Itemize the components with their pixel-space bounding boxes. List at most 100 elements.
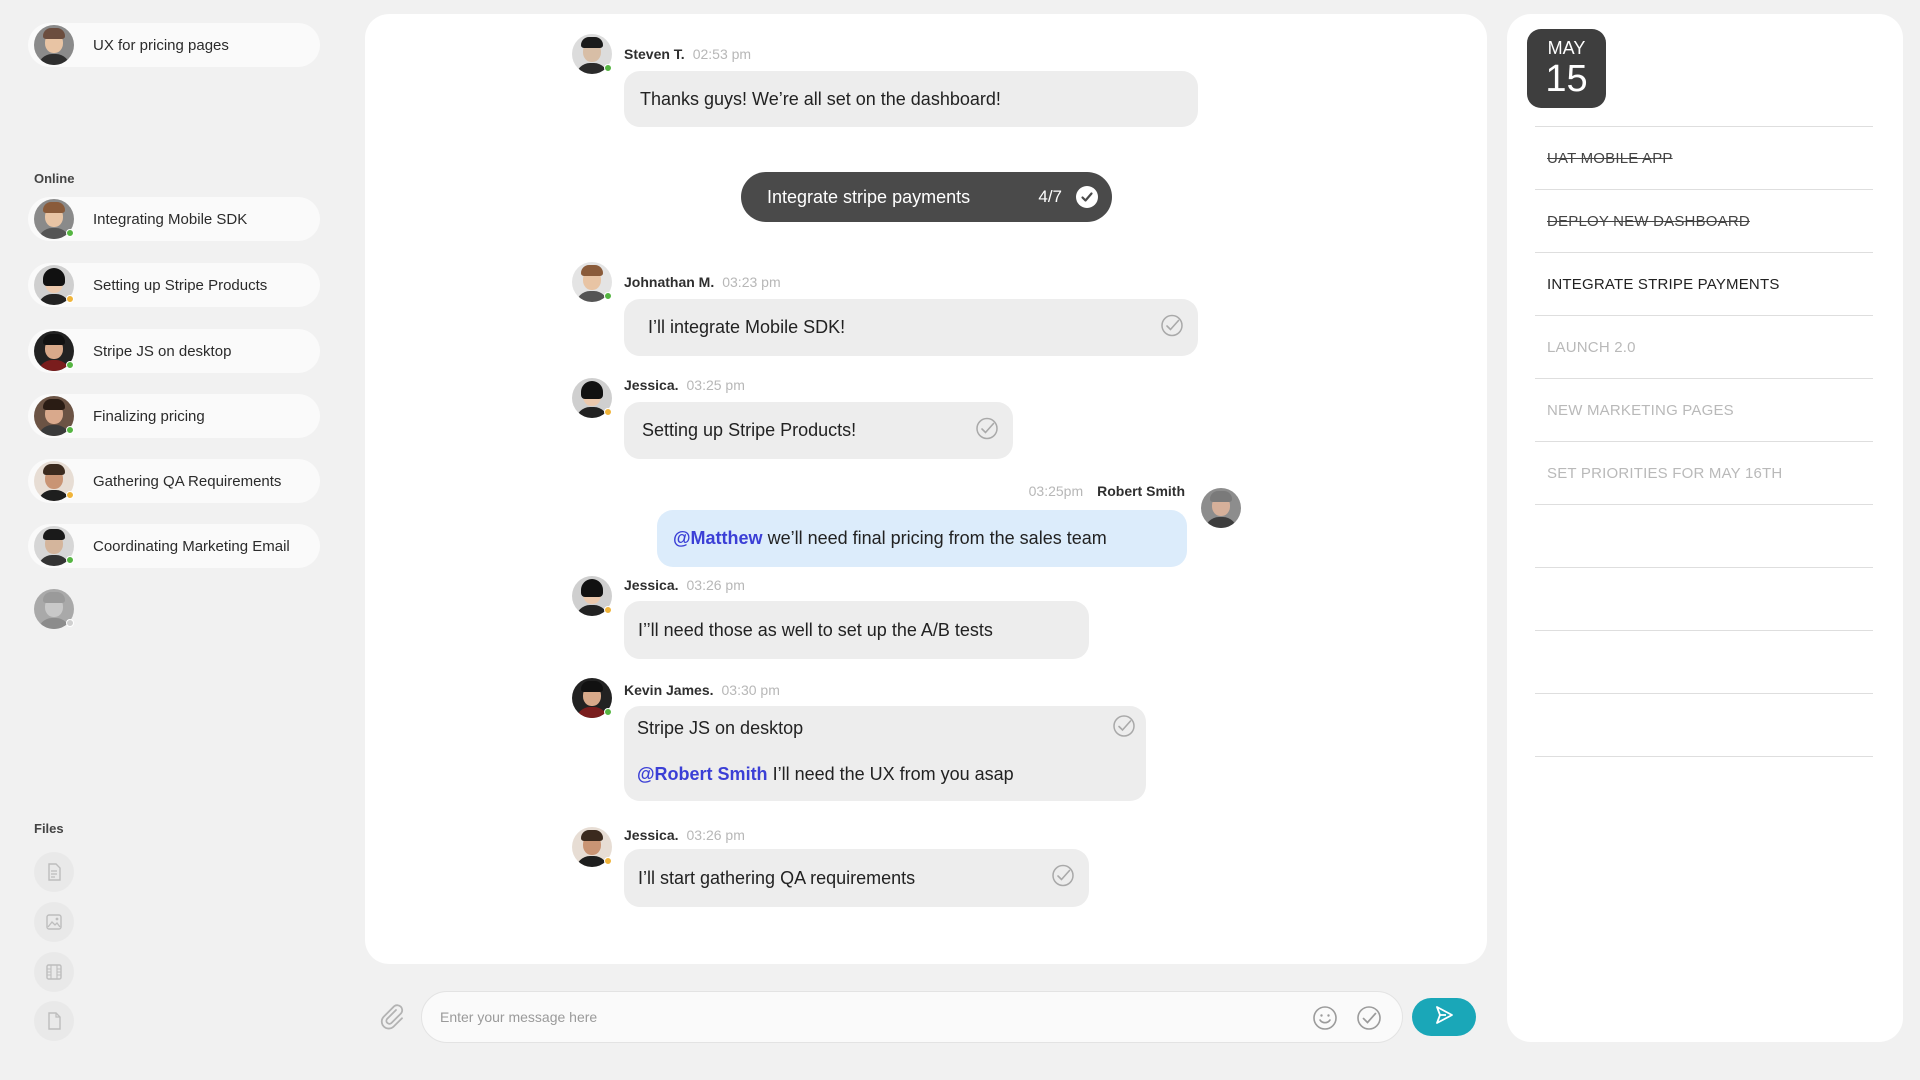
channel-ux-pricing[interactable]: UX for pricing pages — [28, 23, 320, 67]
task-item[interactable]: INTEGRATE STRIPE PAYMENTS — [1535, 252, 1873, 315]
status-dot — [604, 857, 612, 865]
task-label: Integrate stripe payments — [767, 186, 971, 207]
timestamp: 03:26 pm — [686, 827, 745, 843]
status-dot — [66, 295, 74, 303]
film-icon[interactable] — [34, 952, 74, 992]
message-composer — [421, 991, 1403, 1043]
sender-name: Robert Smith — [1097, 483, 1185, 499]
sender-name: Jessica. — [624, 377, 679, 393]
online-item-marketing-email[interactable]: Coordinating Marketing Email — [28, 524, 320, 568]
status-dot — [604, 708, 612, 716]
online-item-label: Setting up Stripe Products — [93, 276, 268, 294]
send-button[interactable] — [1412, 998, 1476, 1036]
image-icon[interactable] — [34, 902, 74, 942]
timestamp: 03:26 pm — [686, 577, 745, 593]
task-progress-pill[interactable]: Integrate stripe payments 4/7 — [741, 172, 1112, 222]
timestamp: 03:23 pm — [722, 274, 781, 290]
online-item-label: Gathering QA Requirements — [93, 472, 282, 490]
task-item-empty[interactable] — [1535, 693, 1873, 756]
channel-label: UX for pricing pages — [93, 36, 229, 54]
message-text: I’’ll need those as well to set up the A… — [638, 619, 993, 640]
task-item-label: SET PRIORITIES FOR MAY 16TH — [1547, 464, 1783, 482]
message-bubble: I’ll start gathering QA requirements — [624, 849, 1089, 907]
check-circle-icon[interactable] — [1356, 1005, 1382, 1036]
check-circle-icon[interactable] — [1051, 864, 1075, 893]
avatar — [34, 526, 74, 566]
status-dot — [66, 619, 74, 627]
timestamp: 03:25pm — [1028, 483, 1084, 499]
offline-user-avatar[interactable] — [34, 589, 74, 629]
message-text: Stripe JS on desktop — [637, 718, 804, 738]
online-item-mobile-sdk[interactable]: Integrating Mobile SDK — [28, 197, 320, 241]
avatar — [572, 827, 612, 867]
task-item-empty[interactable] — [1535, 630, 1873, 693]
date-day: 15 — [1545, 58, 1588, 100]
date-month: MAY — [1547, 38, 1586, 58]
message-own: 03:25pm Robert Smith @Matthew we’ll need … — [657, 480, 1241, 570]
timestamp: 02:53 pm — [692, 46, 752, 62]
avatar — [34, 199, 74, 239]
task-divider — [1535, 756, 1873, 758]
files-heading: Files — [34, 821, 64, 836]
task-item[interactable]: NEW MARKETING PAGES — [1535, 378, 1873, 441]
check-circle-icon[interactable] — [1160, 313, 1184, 342]
message-input[interactable] — [440, 1009, 1300, 1025]
online-item-stripe-js[interactable]: Stripe JS on desktop — [28, 329, 320, 373]
avatar — [34, 331, 74, 371]
status-dot — [66, 556, 74, 564]
avatar — [34, 461, 74, 501]
message-text: I’ll need the UX from you asap — [767, 764, 1014, 784]
task-item[interactable]: UAT MOBILE APP — [1535, 126, 1873, 189]
status-dot — [604, 606, 612, 614]
sender-name: Jessica. — [624, 577, 679, 593]
emoji-icon[interactable] — [1312, 1005, 1338, 1036]
online-item-stripe-products[interactable]: Setting up Stripe Products — [28, 263, 320, 307]
timestamp: 03:25 pm — [686, 377, 745, 393]
online-item-label: Coordinating Marketing Email — [93, 537, 290, 555]
message-bubble: Stripe JS on desktop @Robert Smith I’ll … — [624, 706, 1146, 801]
document-icon[interactable] — [34, 852, 74, 892]
task-item[interactable]: DEPLOY NEW DASHBOARD — [1535, 189, 1873, 252]
online-item-label: Finalizing pricing — [93, 407, 205, 425]
online-item-qa-requirements[interactable]: Gathering QA Requirements — [28, 459, 320, 503]
message-bubble: Thanks guys! We’re all set on the dashbo… — [624, 71, 1198, 127]
sender-name: Jessica. — [624, 827, 679, 843]
task-item-empty[interactable] — [1535, 567, 1873, 630]
message-bubble: I’ll integrate Mobile SDK! — [624, 299, 1198, 356]
send-icon — [1434, 1005, 1454, 1030]
message-text: I’ll integrate Mobile SDK! — [648, 317, 846, 337]
task-item[interactable]: SET PRIORITIES FOR MAY 16TH — [1535, 441, 1873, 504]
check-icon — [1076, 186, 1098, 208]
mention-link[interactable]: @Robert Smith — [637, 764, 768, 784]
task-item[interactable]: LAUNCH 2.0 — [1535, 315, 1873, 378]
channel-sidebar: UX for pricing pages Online Integrating … — [0, 0, 340, 1080]
avatar — [572, 378, 612, 418]
status-dot — [66, 361, 74, 369]
avatar — [572, 576, 612, 616]
online-heading: Online — [34, 171, 75, 186]
status-dot — [604, 408, 612, 416]
sender-name: Johnathan M. — [624, 274, 715, 290]
task-item-label: NEW MARKETING PAGES — [1547, 401, 1734, 419]
status-dot — [604, 64, 612, 72]
avatar — [34, 396, 74, 436]
status-dot — [66, 229, 74, 237]
paperclip-icon[interactable] — [378, 1002, 406, 1035]
sender-name: Kevin James. — [624, 682, 714, 698]
message-text: Thanks guys! We’re all set on the dashbo… — [640, 88, 1001, 109]
online-item-label: Integrating Mobile SDK — [93, 210, 248, 228]
message-bubble: I’’ll need those as well to set up the A… — [624, 601, 1089, 659]
message-text: I’ll start gathering QA requirements — [638, 867, 916, 888]
check-circle-icon[interactable] — [1112, 714, 1136, 743]
date-badge: MAY 15 — [1527, 29, 1606, 108]
check-circle-icon[interactable] — [975, 416, 999, 445]
task-item-label: INTEGRATE STRIPE PAYMENTS — [1547, 275, 1780, 293]
file-icon[interactable] — [34, 1001, 74, 1041]
online-item-label: Stripe JS on desktop — [93, 342, 232, 360]
online-item-finalizing-pricing[interactable]: Finalizing pricing — [28, 394, 320, 438]
mention-link[interactable]: @Matthew — [673, 528, 763, 549]
task-list: UAT MOBILE APP DEPLOY NEW DASHBOARD INTE… — [1535, 126, 1873, 758]
message-text: Setting up Stripe Products! — [642, 420, 857, 440]
task-item-empty[interactable] — [1535, 504, 1873, 567]
timestamp: 03:30 pm — [721, 682, 780, 698]
